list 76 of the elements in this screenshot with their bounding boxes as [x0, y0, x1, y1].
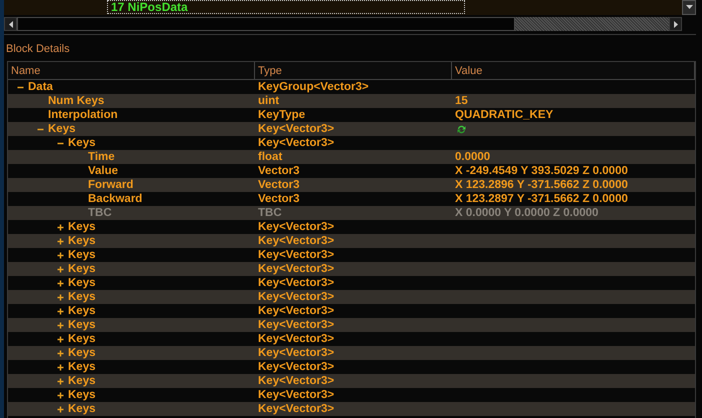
tree-row[interactable]: Keys Key<Vector3> — [8, 262, 695, 276]
node-value: 15 — [454, 94, 468, 108]
node-name: Forward — [88, 178, 134, 192]
tree-row[interactable]: Keys Key<Vector3> — [8, 402, 695, 416]
node-name: Keys — [68, 318, 96, 332]
node-type: Key<Vector3> — [257, 276, 334, 290]
node-name: Keys — [48, 122, 76, 136]
tree-row[interactable]: Keys Key<Vector3> — [8, 234, 695, 248]
scroll-right-button[interactable] — [669, 17, 682, 31]
node-name: Interpolation — [48, 108, 118, 122]
node-name: Keys — [68, 332, 96, 346]
tree-row[interactable]: Keys Key<Vector3> — [8, 290, 695, 304]
scroll-thumb[interactable] — [17, 17, 515, 31]
node-type: float — [257, 150, 282, 164]
node-value: X 123.2896 Y -371.5662 Z 0.0000 — [454, 178, 628, 192]
node-type: Vector3 — [257, 164, 300, 178]
node-name: Keys — [68, 276, 96, 290]
node-type: Key<Vector3> — [257, 332, 334, 346]
node-name: TBC — [88, 206, 112, 220]
node-name: Keys — [68, 388, 96, 402]
node-name: Keys — [68, 374, 96, 388]
node-name: Keys — [68, 304, 96, 318]
node-type: Key<Vector3> — [257, 346, 334, 360]
node-name: Keys — [68, 290, 96, 304]
node-name: Data — [28, 80, 53, 94]
refresh-icon — [456, 124, 467, 134]
node-name: Keys — [68, 262, 96, 276]
node-name: Backward — [88, 192, 142, 206]
node-type: Key<Vector3> — [257, 136, 334, 150]
node-type: Vector3 — [257, 178, 300, 192]
tree-row[interactable]: Keys Key<Vector3> — [8, 318, 695, 332]
node-value: X -249.4549 Y 393.5029 Z 0.0000 — [454, 164, 628, 178]
panel-title: Block Details — [5, 42, 71, 57]
node-name: Keys — [68, 360, 96, 374]
node-type: Key<Vector3> — [257, 402, 334, 416]
down-arrow-icon — [686, 5, 692, 10]
node-value: QUADRATIC_KEY — [454, 108, 554, 122]
node-name: Time — [88, 150, 115, 164]
list-item[interactable]: 17 NiPosData — [107, 0, 465, 14]
node-type: Key<Vector3> — [257, 234, 334, 248]
node-name: Keys — [68, 346, 96, 360]
scroll-left-button[interactable] — [4, 17, 17, 31]
node-name: Keys — [68, 136, 96, 150]
left-arrow-icon — [8, 20, 12, 28]
node-type: Key<Vector3> — [257, 318, 334, 332]
node-type: uint — [257, 94, 280, 108]
tree-row[interactable]: Num Keys uint 15 — [8, 94, 695, 108]
node-name: Keys — [68, 234, 96, 248]
node-type: KeyType — [257, 108, 306, 122]
node-type: Key<Vector3> — [257, 374, 334, 388]
right-arrow-icon — [674, 20, 678, 28]
node-name: Value — [88, 164, 118, 178]
node-type: Key<Vector3> — [257, 290, 334, 304]
node-type: Key<Vector3> — [257, 220, 334, 234]
node-type: Key<Vector3> — [257, 122, 334, 136]
tree-row[interactable]: Forward Vector3 X 123.2896 Y -371.5662 Z 0.0000 — [8, 178, 695, 192]
tree-row[interactable]: Time float 0.0000 — [8, 150, 695, 164]
tree-row[interactable]: Keys Key<Vector3> — [8, 346, 695, 360]
node-value: 0.0000 — [454, 150, 490, 164]
node-type: Key<Vector3> — [257, 262, 334, 276]
node-name: Num Keys — [48, 94, 104, 108]
node-type: Key<Vector3> — [257, 360, 334, 374]
node-type: Key<Vector3> — [257, 388, 334, 402]
node-type: Vector3 — [257, 192, 300, 206]
node-type: Key<Vector3> — [257, 248, 334, 262]
tree-row[interactable]: Keys Key<Vector3> — [8, 374, 695, 388]
node-type: Key<Vector3> — [257, 304, 334, 318]
node-name: Keys — [68, 220, 96, 234]
tree-row[interactable]: Keys Key<Vector3> — [8, 122, 695, 136]
node-name: Keys — [68, 402, 96, 416]
node-value: X 123.2897 Y -371.5662 Z 0.0000 — [454, 192, 628, 206]
node-name: Keys — [68, 248, 96, 262]
node-type: KeyGroup<Vector3> — [257, 80, 369, 94]
scroll-down-button[interactable] — [682, 0, 696, 15]
node-value: X 0.0000 Y 0.0000 Z 0.0000 — [454, 206, 598, 220]
node-type: TBC — [257, 206, 282, 220]
